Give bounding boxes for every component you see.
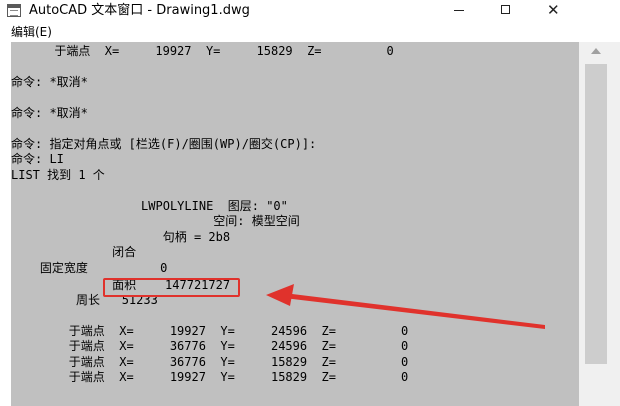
console-line: 于端点 X= 19927 Y= 24596 Z= 0 xyxy=(11,324,409,338)
console-line: 句柄 = 2b8 xyxy=(11,230,231,244)
console-line: 空间: 模型空间 xyxy=(11,214,300,228)
console-output[interactable]: 于端点 X= 19927 Y= 15829 Z= 0 命令: *取消* 命令: … xyxy=(11,42,579,406)
maximize-icon xyxy=(501,5,510,14)
minimize-icon xyxy=(454,10,464,11)
console-line: 命令: LI xyxy=(11,152,64,166)
console-line: 命令: *取消* xyxy=(11,75,88,89)
close-button[interactable]: ✕ xyxy=(530,0,576,22)
console-line: 于端点 X= 36776 Y= 24596 Z= 0 xyxy=(11,339,409,353)
console-line: LWPOLYLINE 图层: "0" xyxy=(11,199,288,213)
area-highlight-box xyxy=(103,278,240,297)
scroll-up-arrow-icon[interactable] xyxy=(591,48,601,54)
console-line: 固定宽度 0 xyxy=(11,261,168,275)
close-icon: ✕ xyxy=(547,1,560,19)
console-line: 于端点 X= 19927 Y= 15829 Z= 0 xyxy=(11,44,394,58)
title-bar[interactable]: AutoCAD 文本窗口 - Drawing1.dwg ✕ xyxy=(0,0,620,23)
console-line: 于端点 X= 19927 Y= 15829 Z= 0 xyxy=(11,370,409,384)
console-line: 命令: 指定对角点或 [栏选(F)/圈围(WP)/圈交(CP)]: xyxy=(11,137,317,151)
menu-edit[interactable]: 编辑(E) xyxy=(11,25,52,39)
minimize-button[interactable] xyxy=(436,0,482,22)
maximize-button[interactable] xyxy=(483,0,529,22)
console-line: 于端点 X= 36776 Y= 15829 Z= 0 xyxy=(11,355,409,369)
console-line: 闭合 xyxy=(11,245,137,259)
console-line: 命令: *取消* xyxy=(11,106,88,120)
menu-bar: 编辑(E) xyxy=(0,22,620,42)
scrollbar-thumb[interactable] xyxy=(585,64,607,364)
console-line: LIST 找到 1 个 xyxy=(11,168,105,182)
window-title: AutoCAD 文本窗口 - Drawing1.dwg xyxy=(29,3,250,18)
vertical-scrollbar[interactable] xyxy=(579,42,620,406)
console-window-icon xyxy=(7,4,21,17)
